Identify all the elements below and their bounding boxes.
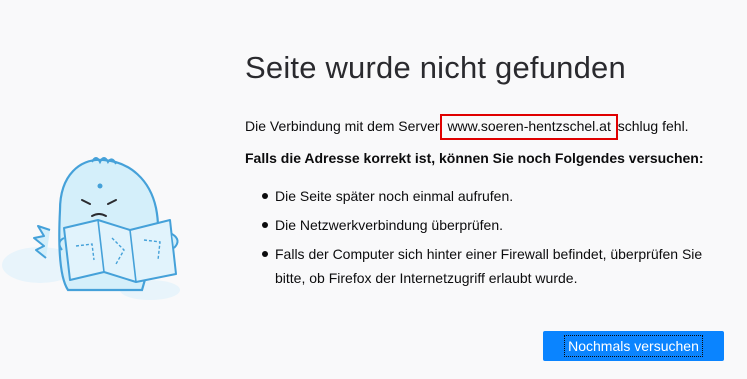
tip-text: Die Seite später noch einmal aufrufen. — [275, 188, 514, 204]
error-description: Die Verbindung mit dem Server www.soeren… — [245, 114, 725, 140]
tip-text: Die Netzwerkverbindung überprüfen. — [275, 217, 504, 233]
error-content: Seite wurde nicht gefunden Die Verbindun… — [245, 48, 725, 295]
tips-list: Die Seite später noch einmal aufrufen. D… — [245, 184, 725, 290]
list-item: Die Netzwerkverbindung überprüfen. — [245, 213, 725, 237]
list-item: Falls der Computer sich hinter einer Fir… — [245, 242, 725, 290]
retry-button-label: Nochmals versuchen — [564, 335, 703, 357]
bullet-icon — [262, 193, 268, 199]
dino-map-illustration — [2, 157, 180, 300]
bullet-icon — [262, 222, 268, 228]
error-page: Seite wurde nicht gefunden Die Verbindun… — [0, 0, 747, 379]
tip-text: Falls der Computer sich hinter einer Fir… — [275, 246, 703, 286]
retry-button[interactable]: Nochmals versuchen — [543, 331, 724, 361]
tips-heading: Falls die Adresse korrekt ist, können Si… — [245, 150, 704, 166]
description-suffix: schlug fehl. — [613, 118, 689, 134]
server-host: www.soeren-hentzschel.at — [440, 114, 618, 140]
description-prefix: Die Verbindung mit dem Server — [245, 118, 444, 134]
bullet-icon — [262, 251, 268, 257]
list-item: Die Seite später noch einmal aufrufen. — [245, 184, 725, 208]
page-title: Seite wurde nicht gefunden — [245, 50, 626, 85]
